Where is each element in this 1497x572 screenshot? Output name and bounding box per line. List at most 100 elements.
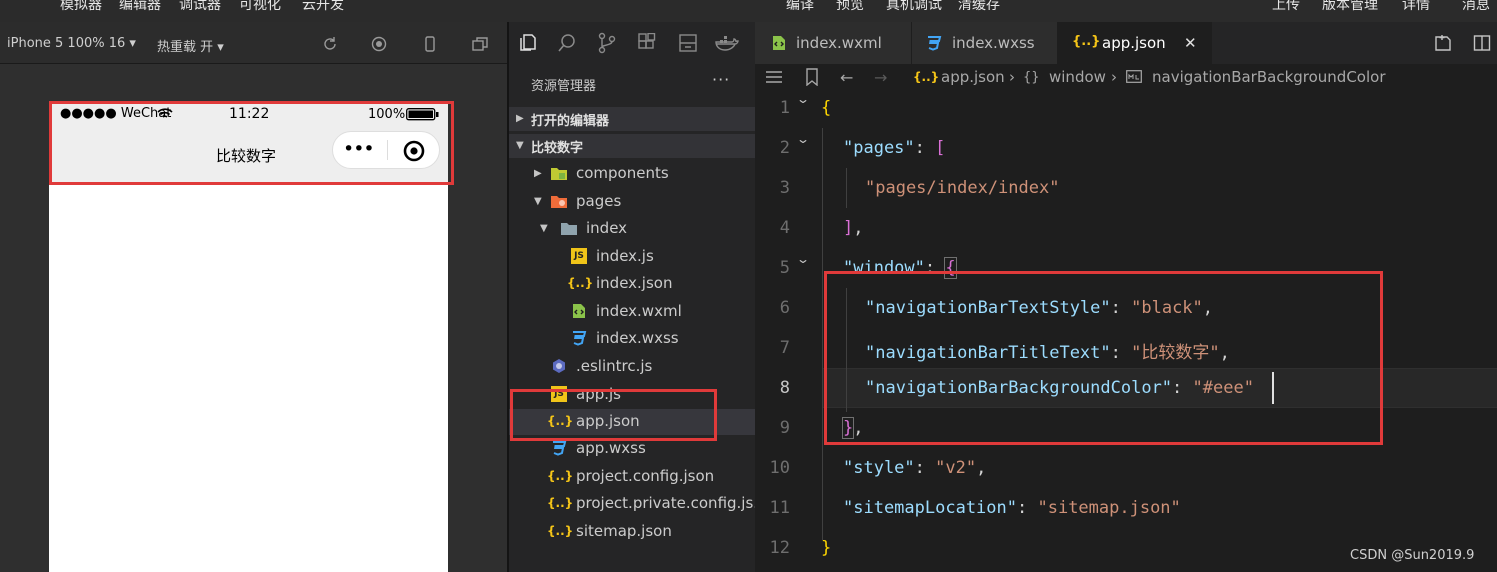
extensions-icon[interactable] — [637, 33, 657, 53]
highlight-box-app-json — [510, 389, 717, 441]
folder-icon — [561, 223, 577, 235]
stop-icon[interactable] — [371, 36, 387, 52]
folder-pages-icon — [551, 196, 567, 208]
section-open-editors[interactable]: ▶ 打开的编辑器 — [509, 107, 755, 131]
code-brace-open: { — [821, 98, 832, 118]
tree-item-sitemap[interactable]: {..} sitemap.json — [509, 519, 755, 545]
tree-item-project-private-config[interactable]: {..} project.private.config.js... — [509, 491, 755, 517]
clear-cache-button[interactable]: 清缓存 — [958, 0, 1000, 14]
forward-arrow-icon[interactable]: → — [874, 68, 887, 87]
phone-icon[interactable] — [422, 36, 438, 52]
tree-item-index-json[interactable]: {..} index.json — [509, 271, 755, 297]
tab-index-wxml[interactable]: index.wxml — [755, 22, 912, 64]
indent-guide — [822, 128, 823, 540]
close-tab-icon[interactable]: ✕ — [1184, 34, 1197, 52]
tree-item-components[interactable]: ▶ components — [509, 161, 755, 187]
wxml-file-icon — [773, 36, 785, 50]
string-property-icon — [1126, 70, 1142, 83]
js-file-icon: JS — [571, 248, 587, 264]
search-icon[interactable] — [557, 33, 577, 53]
bookmark-icon[interactable] — [805, 68, 819, 86]
breadcrumb: ← → {..} app.json › {} window › navigati… — [755, 64, 1497, 90]
indent-guide — [846, 168, 847, 208]
files-icon[interactable] — [517, 32, 537, 52]
json-file-icon: {..} — [547, 524, 574, 538]
menu-simulator[interactable]: 模拟器 — [60, 0, 102, 14]
code-line-pages-value: "pages/index/index" — [865, 178, 1060, 198]
breadcrumb-window[interactable]: window — [1049, 68, 1106, 86]
highlight-box-navbar — [49, 101, 454, 185]
chevron-down-icon: ▼ — [516, 140, 524, 151]
watermark: CSDN @Sun2019.9 — [1350, 548, 1475, 563]
upload-button[interactable]: 上传 — [1272, 0, 1300, 14]
line-number: 11 — [769, 498, 790, 518]
back-arrow-icon[interactable]: ← — [840, 68, 853, 87]
menu-editor[interactable]: 编辑器 — [119, 0, 161, 14]
split-editor-icon[interactable] — [1473, 34, 1491, 52]
wxss-file-icon — [573, 331, 587, 346]
chevron-down-icon: ▼ — [540, 223, 548, 234]
tree-item-index-folder[interactable]: ▼ index — [509, 216, 755, 242]
explorer-more-button[interactable]: ··· — [712, 70, 730, 89]
object-icon: {} — [1023, 70, 1040, 85]
chevron-right-icon: › — [1009, 68, 1015, 86]
chevron-right-icon: › — [1111, 68, 1117, 86]
code-brace-close: } — [821, 538, 832, 558]
fold-chevron-icon[interactable]: ⌄ — [796, 132, 810, 146]
open-preview-icon[interactable] — [1433, 34, 1453, 52]
line-number: 1 — [779, 98, 790, 118]
code-line-style: "style": "v2", — [843, 458, 987, 478]
menu-cloud[interactable]: 云开发 — [302, 0, 344, 14]
tree-item-eslintrc[interactable]: .eslintrc.js — [509, 354, 755, 380]
tree-item-project-config[interactable]: {..} project.config.json — [509, 464, 755, 490]
wxss-file-icon — [553, 441, 567, 456]
tree-item-index-wxml[interactable]: index.wxml — [509, 299, 755, 325]
line-number: 10 — [769, 458, 790, 478]
device-select[interactable]: iPhone 5 100% 16 ▾ — [7, 36, 136, 51]
fold-chevron-icon[interactable]: ⌄ — [796, 92, 810, 106]
refresh-icon[interactable] — [322, 36, 338, 52]
line-number: 5 — [779, 258, 790, 278]
tab-index-wxss[interactable]: index.wxss — [912, 22, 1058, 64]
list-icon[interactable] — [765, 70, 783, 84]
menu-debugger[interactable]: 调试器 — [179, 0, 221, 14]
line-number: 7 — [779, 338, 790, 358]
compile-button[interactable]: 编译 — [786, 0, 814, 14]
chevron-down-icon: ▼ — [534, 196, 542, 207]
line-number: 4 — [779, 218, 790, 238]
messages-button[interactable]: 消息 — [1462, 0, 1490, 14]
tree-item-index-wxss[interactable]: index.wxss — [509, 326, 755, 352]
tab-app-json[interactable]: {..} app.json ✕ — [1058, 22, 1212, 64]
chevron-right-icon: ▶ — [534, 168, 542, 179]
real-device-debug-button[interactable]: 真机调试 — [886, 0, 942, 14]
json-file-icon: {..} — [1072, 34, 1101, 49]
menu-visualize[interactable]: 可视化 — [239, 0, 281, 14]
fold-chevron-icon[interactable]: ⌄ — [796, 252, 810, 266]
simulator-toolbar: iPhone 5 100% 16 ▾ 热重载 开 ▾ — [0, 22, 507, 64]
window-icon[interactable] — [472, 36, 488, 52]
json-file-icon: {..} — [913, 70, 940, 84]
tree-item-pages[interactable]: ▼ pages — [509, 189, 755, 215]
storage-icon[interactable] — [678, 33, 698, 53]
tree-item-index-js[interactable]: JS index.js — [509, 244, 755, 270]
json-file-icon: {..} — [547, 469, 574, 483]
line-number-current: 8 — [779, 378, 790, 398]
highlight-box-window-config — [824, 271, 1383, 445]
wxss-file-icon — [928, 36, 942, 51]
breadcrumb-file[interactable]: app.json — [941, 68, 1005, 86]
version-management-button[interactable]: 版本管理 — [1322, 0, 1378, 14]
hot-reload-toggle[interactable]: 热重载 开 ▾ — [157, 36, 224, 55]
line-number: 9 — [779, 418, 790, 438]
line-number: 2 — [779, 138, 790, 158]
docker-icon[interactable] — [715, 35, 739, 52]
editor-tab-bar: index.wxml index.wxss {..} app.json ✕ — [755, 22, 1497, 64]
section-project[interactable]: ▼ 比较数字 — [509, 134, 755, 158]
breadcrumb-property[interactable]: navigationBarBackgroundColor — [1152, 68, 1386, 86]
details-button[interactable]: 详情 — [1402, 0, 1430, 14]
preview-button[interactable]: 预览 — [836, 0, 864, 14]
line-number: 12 — [769, 538, 790, 558]
source-control-icon[interactable] — [597, 32, 617, 54]
code-line-pages-close: ], — [843, 218, 864, 238]
explorer-title: 资源管理器 — [531, 79, 597, 94]
menu-bar: 模拟器 编辑器 调试器 可视化 云开发 编译 预览 真机调试 清缓存 上传 版本… — [0, 0, 1497, 22]
